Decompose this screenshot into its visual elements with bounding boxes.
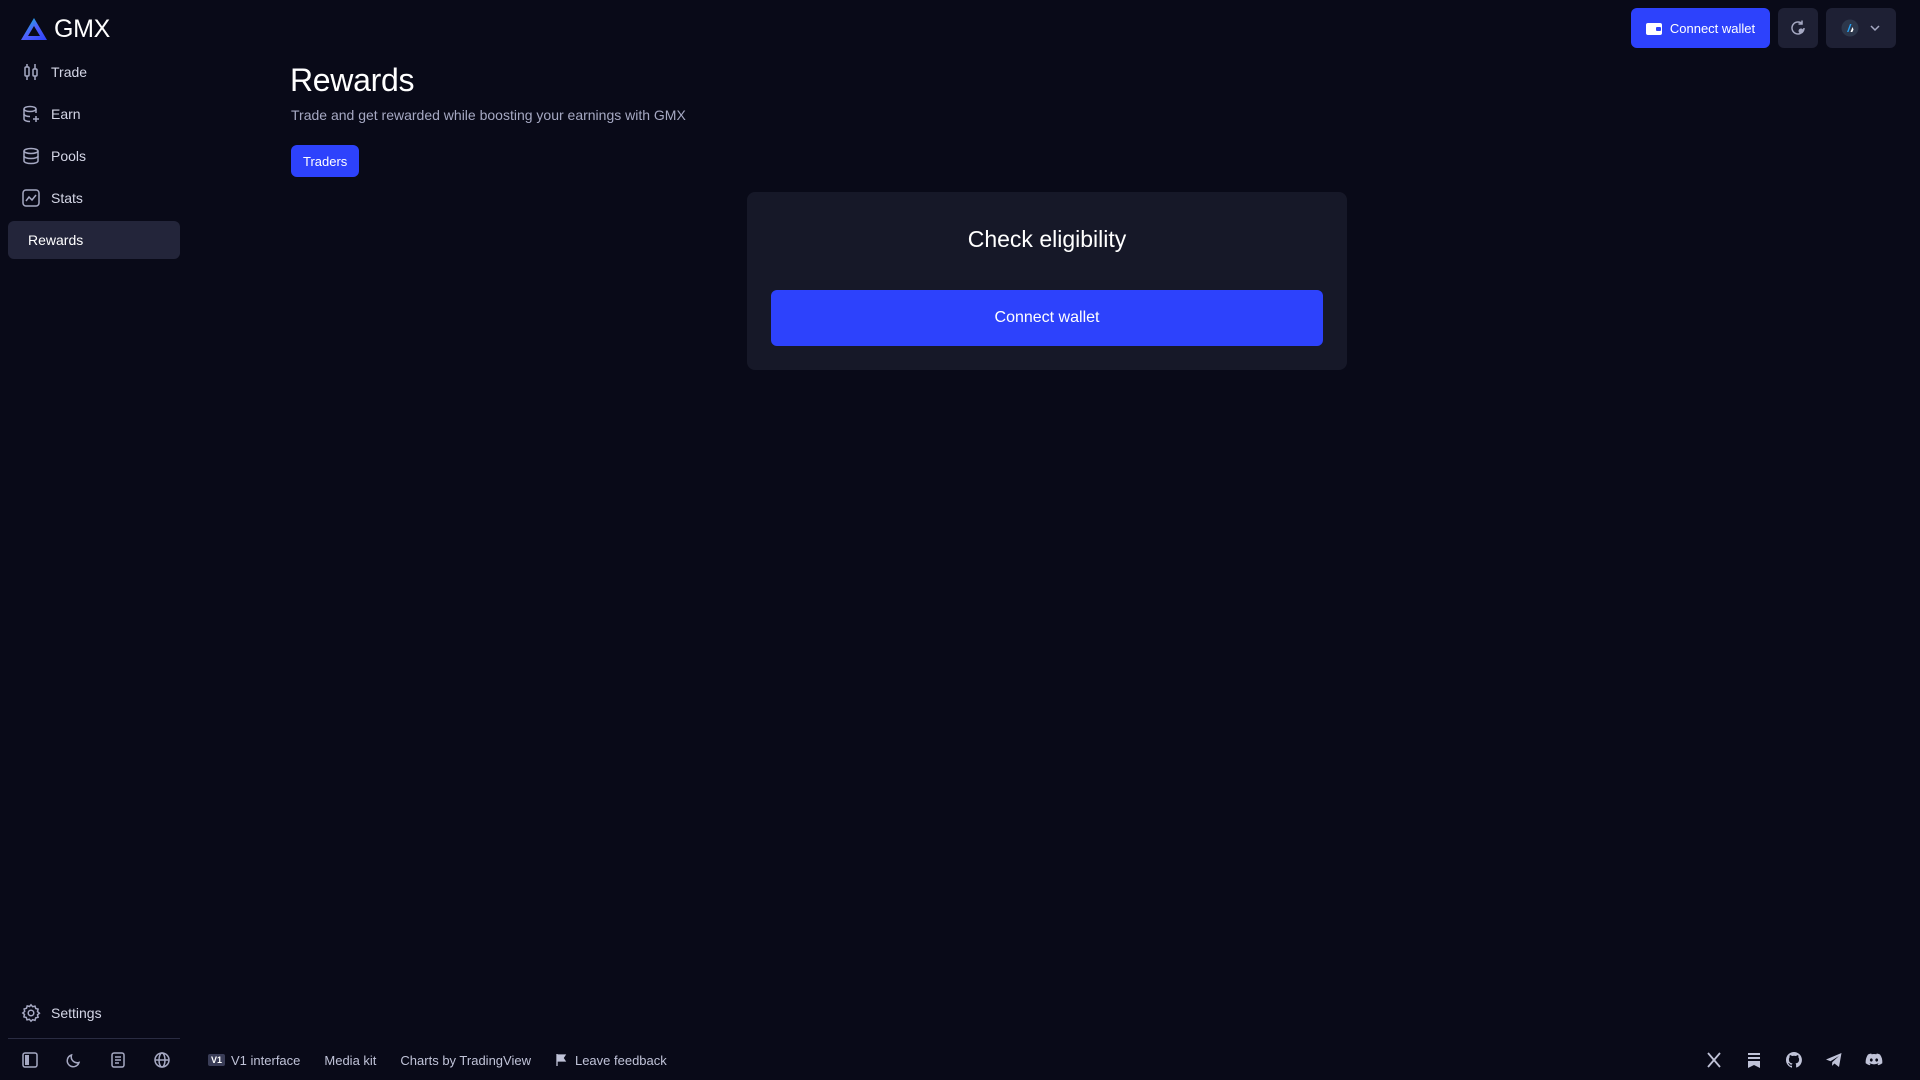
refresh-icon [1789,19,1807,37]
settings-label: Settings [51,1005,102,1021]
sidebar-item-label: Trade [51,64,88,80]
theme-moon-icon[interactable] [64,1050,84,1070]
footer-link-media-kit[interactable]: Media kit [324,1053,376,1068]
sidebar-item-rewards[interactable]: Rewards [8,221,180,259]
telegram-icon[interactable] [1824,1050,1844,1070]
feedback-flag-icon [555,1053,569,1067]
sidebar-item-label: Pools [51,148,87,164]
coins-icon [21,104,41,124]
footer-link-label: Leave feedback [574,1052,667,1068]
tab-traders[interactable]: Traders [291,145,360,177]
sidebar-item-trade[interactable]: Trade [8,53,180,91]
page-title: Rewards [290,62,415,98]
connect-wallet-label: Connect wallet [1669,20,1756,36]
candlestick-icon [21,62,41,82]
card-title: Check eligibility [967,226,1127,252]
eligibility-card: Check eligibility Connect wallet [747,192,1347,370]
github-icon[interactable] [1784,1050,1804,1070]
language-globe-icon[interactable] [152,1050,172,1070]
sidebar-item-label: Rewards [28,232,84,248]
gear-icon [21,1003,41,1023]
footer-link-v1-interface[interactable]: V1 V1 interface [208,1053,300,1068]
footer-link-leave-feedback[interactable]: Leave feedback [555,1053,667,1068]
gmx-logo-icon [21,18,47,40]
sidebar-item-earn[interactable]: Earn [8,95,180,133]
sidebar-item-pools[interactable]: Pools [8,137,180,175]
social-links [1704,1050,1884,1070]
gmx-logo[interactable]: GMX [20,14,110,44]
page-subtitle: Trade and get rewarded while boosting yo… [291,107,686,123]
sidebar-divider [8,1038,180,1039]
header-refresh-button[interactable] [1778,8,1818,48]
collapse-sidebar-icon[interactable] [20,1050,40,1070]
network-selector[interactable] [1826,8,1896,48]
footer-link-label: V1 interface [231,1052,301,1068]
database-icon [21,146,41,166]
card-connect-wallet-button[interactable]: Connect wallet [771,290,1323,346]
sidebar-item-stats[interactable]: Stats [8,179,180,217]
wallet-icon [1645,21,1662,35]
footer-links: V1 V1 interface Media kit Charts by Trad… [208,1050,667,1070]
discord-icon[interactable] [1864,1050,1884,1070]
chevron-down-icon [1869,22,1881,34]
chart-icon [21,188,41,208]
logo-text: GMX [54,14,111,43]
sidebar-tools [20,1050,172,1070]
arbitrum-icon [1841,19,1859,37]
sidebar-item-settings[interactable]: Settings [8,994,180,1032]
x-twitter-icon[interactable] [1704,1050,1724,1070]
sidebar-item-label: Stats [51,190,83,206]
sidebar-nav: Trade Earn Pools Stats Rewards [8,53,180,263]
docs-icon[interactable] [108,1050,128,1070]
footer-link-label: Charts by TradingView [400,1052,531,1068]
footer-link-label: Media kit [324,1052,377,1068]
sidebar-item-label: Earn [51,106,81,122]
header-connect-wallet-button[interactable]: Connect wallet [1631,8,1770,48]
footer-link-tradingview[interactable]: Charts by TradingView [400,1053,531,1068]
substack-icon[interactable] [1744,1050,1764,1070]
v1-badge: V1 [208,1054,226,1066]
